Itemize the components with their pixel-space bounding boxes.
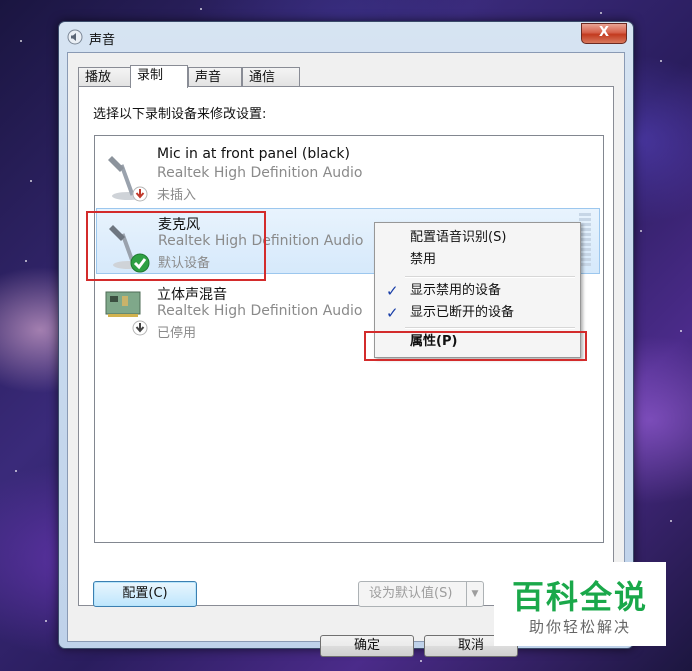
set-default-label: 设为默认值(S): [369, 586, 453, 601]
menu-item-disable[interactable]: 禁用: [377, 249, 576, 271]
configure-button[interactable]: 配置(C): [93, 581, 197, 607]
menu-item-show-disconnected[interactable]: ✓ 显示已断开的设备: [377, 302, 576, 324]
speaker-icon: [67, 29, 83, 45]
device-driver: Realtek High Definition Audio: [157, 165, 363, 181]
sound-card-icon: [105, 291, 148, 336]
tab-playback[interactable]: 播放: [78, 67, 132, 86]
chevron-down-icon[interactable]: ▼: [466, 582, 483, 606]
instruction-text: 选择以下录制设备来修改设置:: [93, 107, 267, 122]
device-name: Mic in at front panel (black): [157, 146, 350, 162]
menu-item-configure-speech[interactable]: 配置语音识别(S): [377, 227, 576, 249]
watermark-logo: 百科全说 助你轻松解决: [494, 562, 666, 646]
highlight-box-microphone: [86, 211, 266, 281]
highlight-box-properties: [364, 331, 587, 361]
tab-communications[interactable]: 通信: [242, 67, 300, 86]
title-bar[interactable]: 声音 X: [59, 22, 633, 50]
window-title: 声音: [89, 33, 116, 48]
watermark-title: 百科全说: [511, 578, 648, 616]
device-status: 未插入: [157, 188, 197, 203]
tab-recording[interactable]: 录制: [130, 65, 188, 88]
microphone-icon: [108, 156, 148, 202]
checkmark-icon: ✓: [386, 304, 399, 322]
device-name: 立体声混音: [157, 287, 227, 303]
tab-sounds[interactable]: 声音: [188, 67, 242, 86]
menu-item-show-disabled[interactable]: ✓ 显示禁用的设备: [377, 280, 576, 302]
menu-separator: [405, 276, 575, 278]
checkmark-icon: ✓: [386, 282, 399, 300]
close-button[interactable]: X: [581, 23, 627, 44]
set-default-button[interactable]: 设为默认值(S) ▼: [358, 581, 484, 607]
device-item-mic-front-panel[interactable]: Mic in at front panel (black) Realtek Hi…: [96, 140, 600, 206]
watermark-subtitle: 助你轻松解决: [528, 618, 631, 636]
ok-button[interactable]: 确定: [320, 635, 414, 657]
device-driver: Realtek High Definition Audio: [157, 303, 363, 319]
menu-separator: [405, 327, 575, 329]
device-status: 已停用: [157, 326, 197, 341]
